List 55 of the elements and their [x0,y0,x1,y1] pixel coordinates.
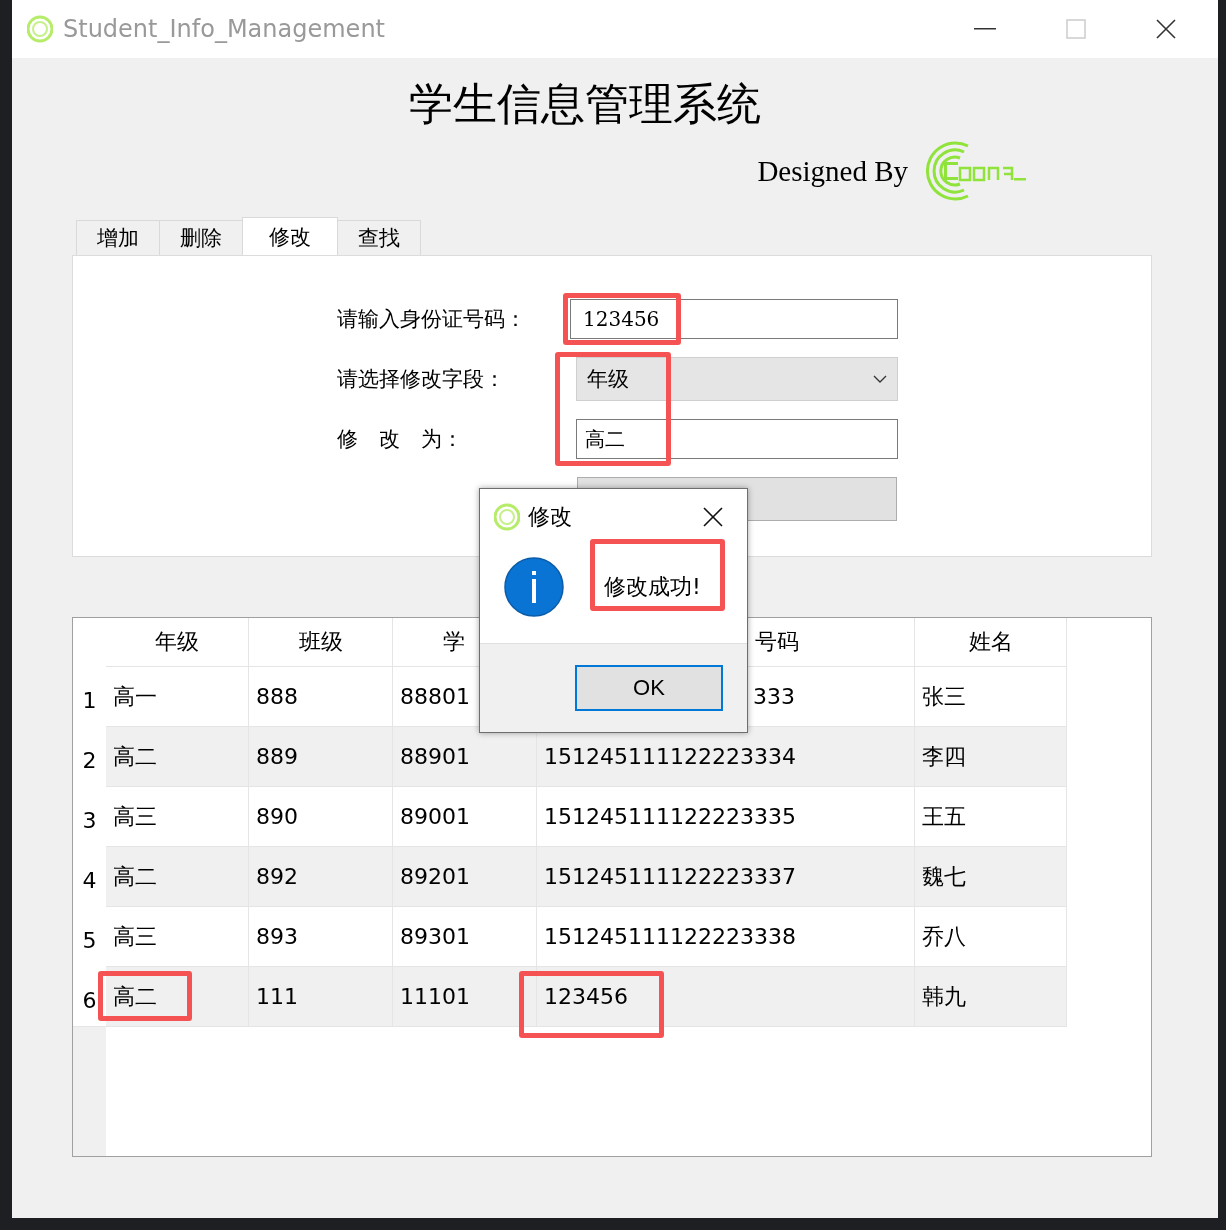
table-cell: 151245111122223335 [544,804,796,829]
id-input-field[interactable]: 123456 [570,299,898,339]
table-cell-text: 魏七 [922,862,966,891]
table-cell: 151245111122223337 [544,864,796,889]
table-cell: 123456 [544,984,628,1009]
column-header[interactable]: 姓名 [915,618,1067,666]
dialog-title: 修改 [528,503,572,531]
table-cell: 892 [256,864,298,889]
column-header[interactable]: 班级 [249,618,393,666]
table-cell-text: 高二 [113,742,157,771]
info-icon [504,557,564,617]
table-cell-text: 高二 [113,982,157,1011]
table-cell: 890 [256,804,298,829]
tab[interactable]: 查找 [337,220,421,255]
table-cell-text: 高三 [113,802,157,831]
table-cell-text: 乔八 [922,922,966,951]
table-cell: 89201 [400,864,470,889]
chevron-down-icon [873,375,887,383]
table-cell: 89001 [400,804,470,829]
close-icon[interactable] [1156,19,1176,39]
table-cell-text: 张三 [922,682,966,711]
table-cell: 88801 [400,684,470,709]
table-cell: 88901 [400,744,470,769]
table-cell-text: 李四 [922,742,966,771]
tab[interactable]: 修改 [242,217,338,255]
table-cell-text: 王五 [922,802,966,831]
logo-icon [494,502,520,532]
table-cell: 11101 [400,984,470,1009]
table-cell: 889 [256,744,298,769]
table-cell-text: 韩九 [922,982,966,1011]
table-cell-text: 高二 [113,862,157,891]
table-cell: 888 [256,684,298,709]
table-cell: 111 [256,984,298,1009]
ok-button[interactable]: OK [575,665,723,711]
column-header[interactable]: 年级 [106,618,249,666]
field-label: 请输入身份证号码： [337,306,527,333]
app-heading: 学生信息管理系统 [408,77,762,131]
table-cell: 893 [256,924,298,949]
tab[interactable]: 增加 [76,220,160,255]
window-title: Student_Info_Management [63,15,385,43]
table-cell: 333 [753,684,795,709]
field-label: 修 改 为： [337,426,464,453]
table-cell: 151245111122223334 [544,744,796,769]
table-cell: 89301 [400,924,470,949]
field-label: 请选择修改字段： [337,366,506,393]
table-cell-text: 高一 [113,682,157,711]
dialog-message: 修改成功! [604,574,701,599]
credit-text: Designed By [757,154,908,188]
minimize-icon[interactable] [974,28,996,30]
field-dropdown[interactable]: 年级 [576,357,898,401]
table-cell-text: 高三 [113,922,157,951]
logo-icon [27,14,53,44]
close-icon[interactable] [703,507,723,527]
new-value-input-field[interactable]: 高二 [576,419,898,459]
table-cell: 151245111122223338 [544,924,796,949]
